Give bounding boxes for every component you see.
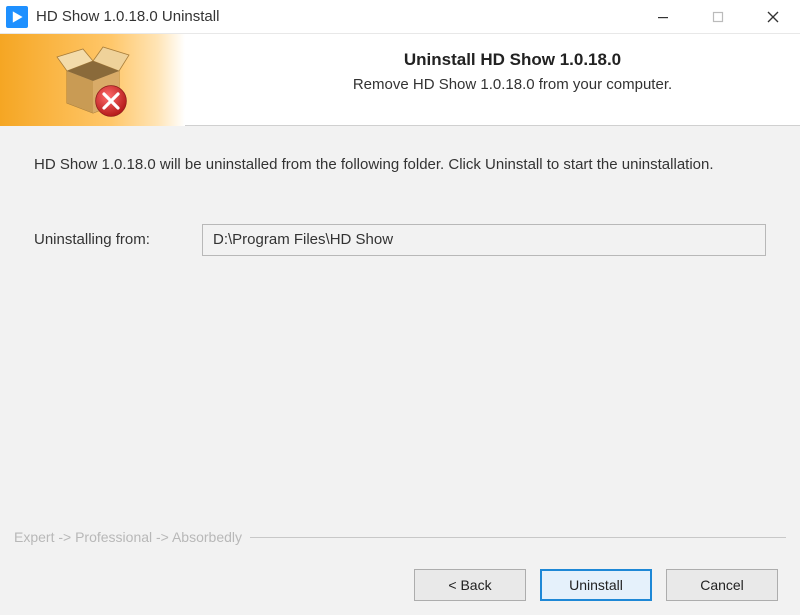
cancel-button[interactable]: Cancel bbox=[666, 569, 778, 601]
breadcrumb: Expert -> Professional -> Absorbedly bbox=[14, 529, 786, 545]
maximize-button bbox=[690, 0, 745, 34]
footer: < Back Uninstall Cancel bbox=[0, 555, 800, 615]
titlebar: HD Show 1.0.18.0 Uninstall bbox=[0, 0, 800, 34]
uninstall-button[interactable]: Uninstall bbox=[540, 569, 652, 601]
breadcrumb-text: Expert -> Professional -> Absorbedly bbox=[14, 529, 250, 545]
close-button[interactable] bbox=[745, 0, 800, 34]
content-area: HD Show 1.0.18.0 will be uninstalled fro… bbox=[0, 126, 800, 555]
minimize-button[interactable] bbox=[635, 0, 690, 34]
path-label: Uninstalling from: bbox=[34, 231, 184, 248]
app-icon bbox=[6, 6, 28, 28]
window-title: HD Show 1.0.18.0 Uninstall bbox=[36, 8, 635, 25]
instruction-text: HD Show 1.0.18.0 will be uninstalled fro… bbox=[34, 154, 766, 176]
breadcrumb-rule bbox=[250, 537, 786, 538]
back-button[interactable]: < Back bbox=[414, 569, 526, 601]
header-subtitle: Remove HD Show 1.0.18.0 from your comput… bbox=[245, 76, 780, 93]
header-text-area: Uninstall HD Show 1.0.18.0 Remove HD Sho… bbox=[185, 34, 800, 125]
path-row: Uninstalling from: bbox=[34, 224, 766, 256]
header-title: Uninstall HD Show 1.0.18.0 bbox=[245, 50, 780, 70]
header-icon-area bbox=[0, 34, 185, 126]
header-band: Uninstall HD Show 1.0.18.0 Remove HD Sho… bbox=[0, 34, 800, 126]
uninstall-box-icon bbox=[53, 43, 133, 117]
window-controls bbox=[635, 0, 800, 34]
uninstall-path-field[interactable] bbox=[202, 224, 766, 256]
